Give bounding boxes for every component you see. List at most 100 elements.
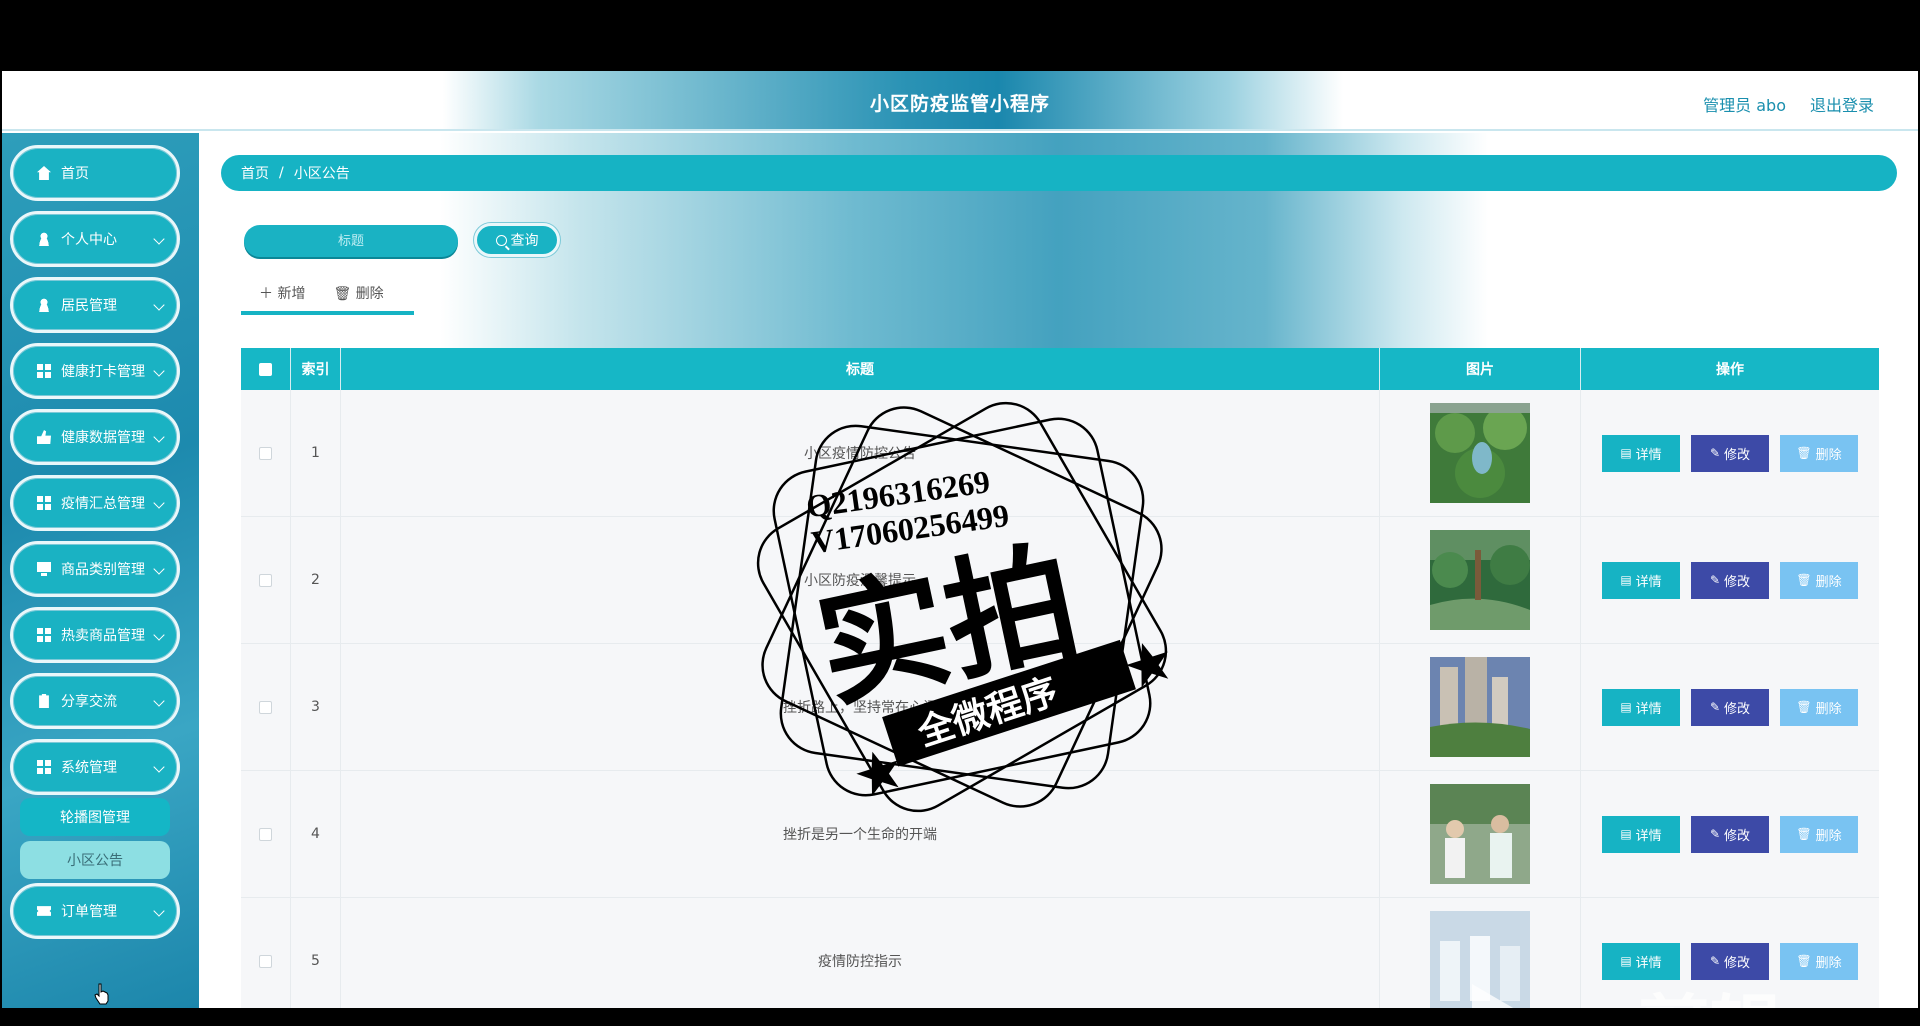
breadcrumb-home[interactable]: 首页 <box>241 163 269 183</box>
edit-button[interactable]: ✎ 修改 <box>1691 815 1769 853</box>
delete-button[interactable]: 🗑 删除 <box>1780 561 1858 599</box>
user-icon <box>37 232 51 246</box>
header-operation: 操作 <box>1716 362 1744 378</box>
row-title: 挫折路上，坚持常在心间 <box>341 644 1380 770</box>
monitor-icon <box>37 562 51 576</box>
row-image-cell <box>1380 644 1581 770</box>
detail-button[interactable]: ▤ 详情 <box>1602 434 1680 472</box>
edit-label: 修改 <box>1724 828 1751 844</box>
edit-button[interactable]: ✎ 修改 <box>1691 688 1769 726</box>
checkbox[interactable] <box>259 827 272 841</box>
logout-link[interactable]: 退出登录 <box>1810 92 1874 116</box>
app-title: 小区防疫监管小程序 <box>869 93 1050 115</box>
row-title: 疫情防控指示 <box>341 898 1380 1008</box>
add-button[interactable]: ＋ 新增 <box>259 283 305 303</box>
row-actions: ▤ 详情 ✎ 修改 🗑 删除 <box>1581 898 1879 1008</box>
row-index: 5 <box>291 898 341 1008</box>
row-index: 1 <box>291 390 341 516</box>
notice-thumbnail-image[interactable] <box>1430 530 1530 630</box>
title-search-input[interactable] <box>244 225 458 257</box>
sidebar-item-share[interactable]: 分享交流 <box>10 673 180 729</box>
sidebar-item-personal-center[interactable]: 个人中心 <box>10 211 180 267</box>
sidebar-item-residents[interactable]: 居民管理 <box>10 277 180 333</box>
checkbox[interactable] <box>259 573 272 587</box>
chevron-down-icon <box>153 905 165 917</box>
delete-label: 删除 <box>1815 701 1842 717</box>
breadcrumb-separator: / <box>279 165 284 181</box>
sidebar-item-system[interactable]: 系统管理 <box>10 739 180 795</box>
detail-button[interactable]: ▤ 详情 <box>1602 561 1680 599</box>
delete-label: 删除 <box>1815 828 1842 844</box>
table-row: 3 挫折路上，坚持常在心间 ▤ 详情 ✎ 修改 🗑 删除 <box>241 644 1879 771</box>
notice-thumbnail-image[interactable] <box>1430 911 1530 1008</box>
delete-button[interactable]: 🗑 删除 <box>1780 688 1858 726</box>
sidebar-item-label: 居民管理 <box>61 298 117 314</box>
sidebar-item-product-category[interactable]: 商品类别管理 <box>10 541 180 597</box>
sidebar-item-health-checkin[interactable]: 健康打卡管理 <box>10 343 180 399</box>
sidebar-item-label: 分享交流 <box>61 694 117 710</box>
row-select-cell <box>241 390 291 516</box>
edit-button[interactable]: ✎ 修改 <box>1691 561 1769 599</box>
edit-label: 修改 <box>1724 447 1751 463</box>
thumb-icon <box>37 430 51 444</box>
checkbox[interactable] <box>259 700 272 714</box>
notice-thumbnail-image[interactable] <box>1430 784 1530 884</box>
row-title: 小区防疫温馨提示 <box>341 517 1380 643</box>
edit-label: 修改 <box>1724 574 1751 590</box>
detail-label: 详情 <box>1635 828 1662 844</box>
sidebar: 首页 个人中心 居民管理 健康打卡管理 健康数据管理 疫情汇总管理 商品类别管理… <box>2 133 199 1008</box>
edit-button[interactable]: ✎ 修改 <box>1691 434 1769 472</box>
row-select-cell <box>241 517 291 643</box>
pencil-icon: ✎ <box>1709 827 1721 841</box>
delete-button[interactable]: 🗑 删除 <box>1780 942 1858 980</box>
user-label[interactable]: 管理员 abo <box>1703 92 1786 116</box>
chevron-down-icon <box>153 233 165 245</box>
table-row: 4 挫折是另一个生命的开端 ▤ 详情 ✎ 修改 🗑 删除 <box>241 771 1879 898</box>
delete-button[interactable]: 🗑 删除 <box>1780 434 1858 472</box>
chevron-down-icon <box>153 563 165 575</box>
checkbox[interactable] <box>259 446 272 460</box>
pencil-icon: ✎ <box>1709 573 1721 587</box>
delete-button[interactable]: 🗑 删除 <box>1780 815 1858 853</box>
query-button[interactable]: 查询 <box>474 223 560 257</box>
letterbox-bottom <box>0 1008 1920 1026</box>
notice-thumbnail-image[interactable] <box>1430 657 1530 757</box>
chevron-down-icon <box>153 695 165 707</box>
sidebar-item-epidemic-summary[interactable]: 疫情汇总管理 <box>10 475 180 531</box>
edit-button[interactable]: ✎ 修改 <box>1691 942 1769 980</box>
grid-icon <box>37 628 51 642</box>
sidebar-item-hot-products[interactable]: 热卖商品管理 <box>10 607 180 663</box>
checkbox[interactable] <box>259 362 272 376</box>
chevron-down-icon <box>153 629 165 641</box>
pencil-icon: ✎ <box>1709 954 1721 968</box>
document-icon: ▤ <box>1620 700 1632 714</box>
sidebar-item-label: 热卖商品管理 <box>61 628 145 644</box>
row-index: 4 <box>291 771 341 897</box>
row-actions: ▤ 详情 ✎ 修改 🗑 删除 <box>1581 644 1879 770</box>
header-select-all[interactable] <box>241 348 291 390</box>
sidebar-item-label: 健康打卡管理 <box>61 364 145 380</box>
sidebar-item-orders[interactable]: 订单管理 <box>10 883 180 939</box>
table-header: 索引 标题 图片 操作 <box>241 348 1879 390</box>
row-select-cell <box>241 771 291 897</box>
app-window: 小区防疫监管小程序 管理员 abo 退出登录 首页 个人中心 居民管理 健康打卡… <box>2 71 1918 1008</box>
sidebar-subitem-notice[interactable]: 小区公告 <box>20 841 170 879</box>
detail-button[interactable]: ▤ 详情 <box>1602 688 1680 726</box>
sidebar-item-home[interactable]: 首页 <box>10 145 180 201</box>
detail-button[interactable]: ▤ 详情 <box>1602 815 1680 853</box>
sidebar-subitem-carousel[interactable]: 轮播图管理 <box>20 798 170 836</box>
main-content: 首页 / 小区公告 查询 ＋ 新增 🗑 删除 索引 标题 图片 操作 1 <box>199 133 1918 1008</box>
row-select-cell <box>241 644 291 770</box>
trash-icon: 🗑 <box>333 286 352 302</box>
detail-button[interactable]: ▤ 详情 <box>1602 942 1680 980</box>
row-actions: ▤ 详情 ✎ 修改 🗑 删除 <box>1581 517 1879 643</box>
batch-delete-button[interactable]: 🗑 删除 <box>333 283 383 303</box>
document-icon: ▤ <box>1620 573 1632 587</box>
sidebar-item-health-data[interactable]: 健康数据管理 <box>10 409 180 465</box>
checkbox[interactable] <box>259 954 272 968</box>
notice-thumbnail-image[interactable] <box>1430 403 1530 503</box>
query-button-label: 查询 <box>510 233 539 249</box>
delete-label: 删除 <box>1815 447 1842 463</box>
document-icon: ▤ <box>1620 954 1632 968</box>
row-title: 挫折是另一个生命的开端 <box>341 771 1380 897</box>
